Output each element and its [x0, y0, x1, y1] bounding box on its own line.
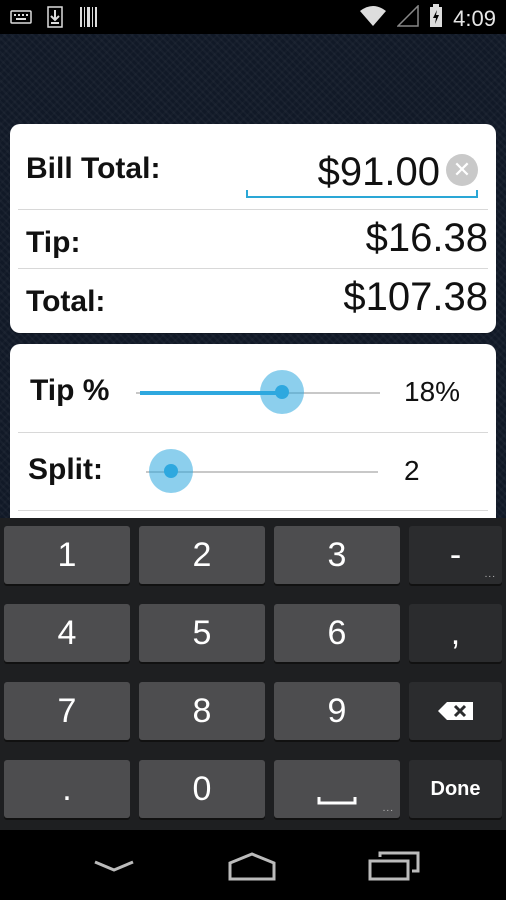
- backspace-key[interactable]: [409, 682, 502, 740]
- key-minus-label: -: [449, 535, 462, 574]
- space-key[interactable]: ...: [274, 760, 400, 818]
- bill-total-row: Bill Total: $91.00 ✕: [10, 124, 496, 210]
- tip-amount: $16.38: [365, 216, 488, 260]
- key-4[interactable]: 4: [4, 604, 130, 662]
- tip-percent-value: 18%: [404, 376, 461, 407]
- recents-icon[interactable]: [364, 850, 424, 882]
- barcode-icon: [78, 6, 100, 28]
- signal-icon: [396, 4, 419, 32]
- key-1[interactable]: 1: [4, 526, 130, 584]
- total-label: Total:: [26, 285, 106, 318]
- key-0[interactable]: 0: [139, 760, 265, 818]
- bill-total-input[interactable]: $91.00 ✕: [246, 142, 478, 198]
- split-value: 2: [404, 455, 420, 486]
- bill-total-value[interactable]: $91.00: [318, 150, 440, 195]
- key-period[interactable]: .: [4, 760, 130, 818]
- key-5[interactable]: 5: [139, 604, 265, 662]
- key-minus[interactable]: - ...: [409, 526, 502, 584]
- battery-charging-icon: [429, 4, 443, 33]
- key-7[interactable]: 7: [4, 682, 130, 740]
- key-comma[interactable]: ,: [409, 604, 502, 662]
- clear-icon[interactable]: ✕: [446, 154, 478, 186]
- key-3[interactable]: 3: [274, 526, 400, 584]
- download-icon: [44, 6, 66, 28]
- wifi-icon: [359, 5, 387, 32]
- settings-card: Tip % 18% Split: 2: [10, 344, 496, 524]
- backspace-icon: [437, 702, 473, 720]
- total-row: Total: $107.38: [10, 269, 496, 329]
- key-more-indicator: ...: [484, 569, 496, 580]
- status-bar: 4:09: [0, 0, 506, 34]
- totals-card: Bill Total: $91.00 ✕ Tip: $16.38 Total: …: [10, 124, 496, 333]
- split-label: Split:: [28, 453, 103, 486]
- done-button[interactable]: Done: [409, 760, 502, 818]
- navigation-bar: [0, 830, 506, 900]
- keyboard-icon: [10, 6, 32, 28]
- key-6[interactable]: 6: [274, 604, 400, 662]
- key-more-indicator: ...: [382, 803, 394, 814]
- total-amount: $107.38: [343, 275, 488, 319]
- split-row: Split: 2: [10, 433, 496, 511]
- tip-percent-label: Tip %: [30, 374, 110, 407]
- slider-thumb-core: [275, 385, 289, 399]
- split-slider[interactable]: [130, 447, 378, 495]
- home-icon[interactable]: [222, 850, 282, 882]
- tip-label: Tip:: [26, 226, 81, 259]
- tip-percent-row: Tip % 18%: [10, 344, 496, 430]
- clock-time: 4:09: [453, 5, 496, 31]
- key-8[interactable]: 8: [139, 682, 265, 740]
- bill-total-label: Bill Total:: [26, 152, 161, 185]
- back-icon[interactable]: [84, 850, 144, 882]
- numeric-keyboard: 1 2 3 - ... 4 5 6 , 7 8 9 . 0 ... Done: [0, 518, 506, 830]
- space-icon: [317, 797, 357, 805]
- slider-thumb-core: [164, 464, 178, 478]
- tip-percent-slider[interactable]: [136, 368, 380, 416]
- key-9[interactable]: 9: [274, 682, 400, 740]
- divider: [18, 510, 488, 511]
- key-2[interactable]: 2: [139, 526, 265, 584]
- tip-row: Tip: $16.38: [10, 210, 496, 268]
- input-underline: [246, 190, 478, 198]
